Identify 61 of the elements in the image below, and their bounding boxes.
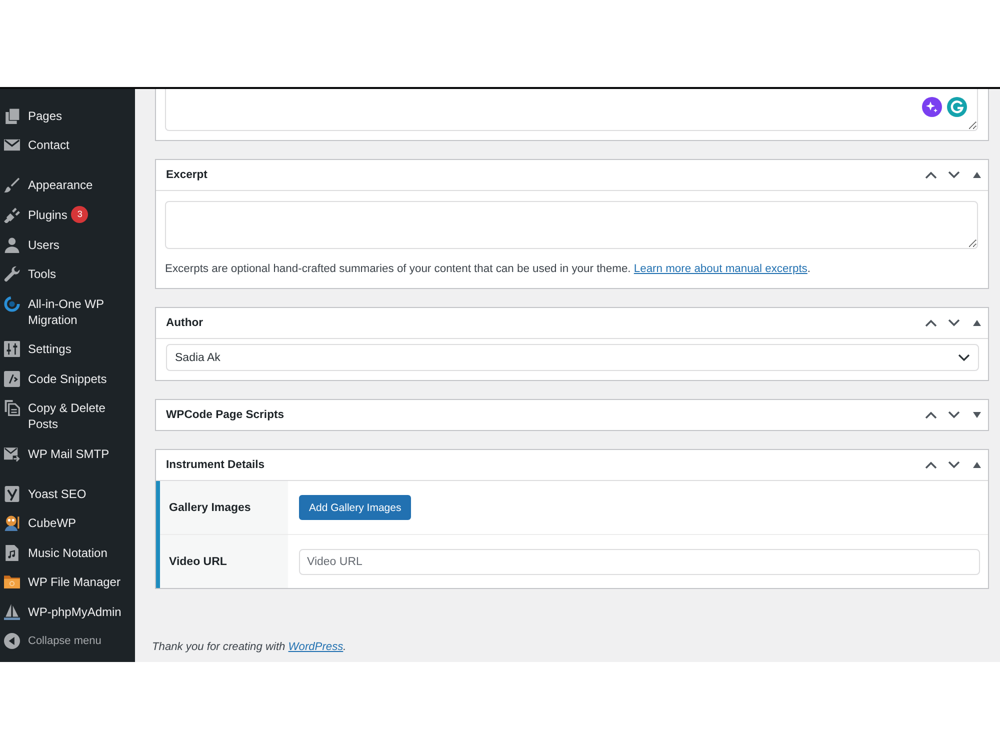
learn-more-link[interactable]: Learn more about manual excerpts [634, 263, 808, 275]
panel-title: Excerpt [166, 168, 208, 183]
excerpt-field[interactable] [165, 201, 978, 249]
g-circle-icon[interactable] [947, 97, 967, 117]
sailboat-icon [4, 604, 20, 620]
content-field[interactable] [165, 89, 978, 131]
sidebar-item[interactable]: Tools [0, 260, 135, 289]
chevron-up-icon [924, 171, 936, 179]
field-label: Gallery Images [160, 481, 288, 534]
sliders-icon [4, 341, 20, 358]
sidebar-item[interactable]: Yoast SEO [0, 479, 135, 508]
chevron-down-icon [948, 319, 960, 327]
sidebar-item[interactable]: Users [0, 230, 135, 260]
chevron-up-icon [924, 461, 936, 469]
chevron-down-icon [948, 461, 960, 469]
y-tile-icon [4, 486, 20, 502]
sidebar-item[interactable]: WP File Manager [0, 568, 135, 597]
envelope-icon [4, 137, 20, 154]
chevron-down-icon [948, 411, 960, 419]
sidebar-item[interactable]: All-in-One WP Migration [0, 289, 135, 334]
excerpt-help-text: Excerpts are optional hand-crafted summaries of your content that can be used in your theme. Learn more about manual excerpts. [165, 262, 812, 276]
paintbrush-icon [4, 177, 20, 194]
sidebar-item[interactable]: WP Mail SMTP [0, 439, 135, 468]
sidebar-item[interactable]: CubeWP [0, 508, 135, 538]
sidebar-item[interactable]: Code Snippets [0, 364, 135, 394]
music-file-icon [4, 544, 20, 561]
sidebar-item[interactable]: Plugins 3 [0, 200, 135, 230]
panel-title: WPCode Page Scripts [166, 408, 286, 423]
chevron-down-icon [958, 354, 970, 362]
chevron-up-icon [924, 411, 936, 419]
sidebar-item[interactable]: WP-phpMyAdmin [0, 597, 135, 626]
sidebar-item[interactable]: Pages [0, 101, 135, 130]
person-icon [4, 236, 20, 253]
wordpress-link[interactable]: WordPress [288, 641, 344, 653]
folder-icon [4, 574, 20, 590]
wrench-icon [4, 266, 20, 282]
chevron-up-icon [924, 319, 936, 327]
sparkle-icon[interactable] [922, 97, 942, 117]
video-url-field[interactable]: Video URL [299, 548, 980, 574]
author-select[interactable]: Sadia Ak [166, 344, 979, 371]
code-icon [4, 370, 20, 387]
sidebar-item[interactable]: Settings [0, 334, 135, 364]
panel-title: Author [166, 316, 204, 331]
chevron-down-icon [948, 171, 960, 179]
footer-text: Thank you for creating with WordPress. [152, 640, 348, 654]
copy-icon [4, 400, 20, 416]
sidebar-item[interactable]: Copy & Delete Posts [0, 394, 135, 439]
collapse-menu-button[interactable]: Collapse menu [0, 626, 135, 656]
swirl-icon [4, 296, 20, 312]
circle-arrow-left-icon [4, 633, 20, 649]
sidebar-item[interactable]: Appearance [0, 170, 135, 200]
panel-title: Instrument Details [166, 458, 266, 473]
update-count-badge: 3 [71, 206, 88, 224]
add-images-button[interactable]: Add Gallery Images [299, 495, 412, 520]
plug-icon [4, 206, 20, 223]
sidebar-item[interactable]: Contact [0, 130, 135, 160]
sidebar-item[interactable]: Music Notation [0, 538, 135, 568]
pages-icon [4, 108, 20, 124]
mascot-icon [4, 515, 20, 532]
envelope-arrow-icon [4, 446, 20, 462]
field-label: Video URL [160, 535, 288, 588]
